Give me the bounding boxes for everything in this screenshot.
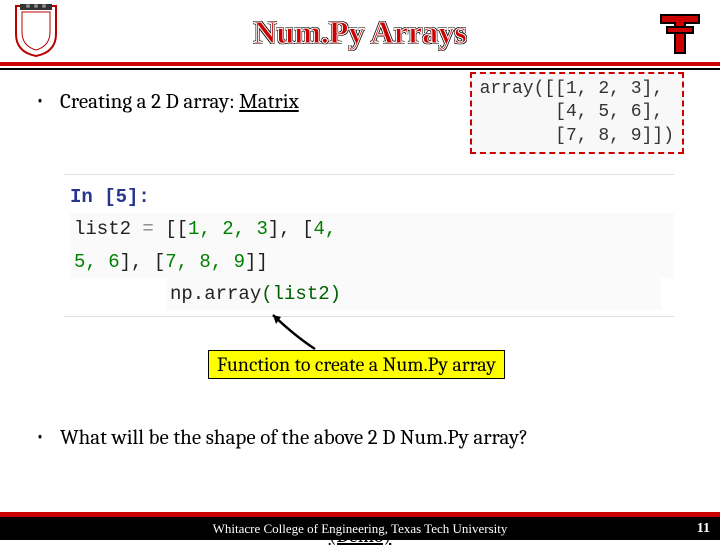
output-line-3: [7, 8, 9]]) bbox=[480, 125, 674, 148]
arrow-annotation bbox=[265, 311, 325, 351]
texas-tech-logo bbox=[654, 6, 706, 58]
slide-header: Num.Py Arrays bbox=[0, 0, 720, 66]
input-prompt: In [5]: bbox=[70, 181, 166, 213]
code-line-1: In [5]:list2 = [[1, 2, 3], [4, 5, 6], [7… bbox=[70, 181, 674, 278]
bullet-text: Creating a 2 D array: Matrix bbox=[60, 90, 299, 114]
output-line-1: array([[1, 2, 3], bbox=[480, 78, 674, 101]
footer-text: Whitacre College of Engineering, Texas T… bbox=[213, 521, 508, 537]
slide-body: • Creating a 2 D array: Matrix array([[1… bbox=[0, 66, 720, 317]
slide-title: Num.Py Arrays bbox=[0, 0, 720, 51]
code-line-2: np.array(list2) bbox=[70, 278, 674, 310]
bullet-prefix: Creating a 2 D array: bbox=[60, 90, 239, 114]
page-number: 11 bbox=[697, 521, 710, 537]
whitacre-shield-logo bbox=[14, 4, 58, 58]
bullet-underlined: Matrix bbox=[239, 90, 299, 114]
bullet-dot: • bbox=[36, 426, 60, 450]
array-output-box: array([[1, 2, 3], [4, 5, 6], [7, 8, 9]]) bbox=[470, 72, 684, 154]
bullet-text-2: What will be the shape of the above 2 D … bbox=[60, 426, 528, 450]
code-cell: In [5]:list2 = [[1, 2, 3], [4, 5, 6], [7… bbox=[64, 174, 674, 317]
output-line-2: [4, 5, 6], bbox=[480, 101, 674, 124]
bullet-item-2: • What will be the shape of the above 2 … bbox=[36, 426, 684, 450]
bullet-dot: • bbox=[36, 90, 60, 111]
slide-footer: Whitacre College of Engineering, Texas T… bbox=[0, 512, 720, 540]
callout-label: Function to create a Num.Py array bbox=[208, 350, 505, 379]
